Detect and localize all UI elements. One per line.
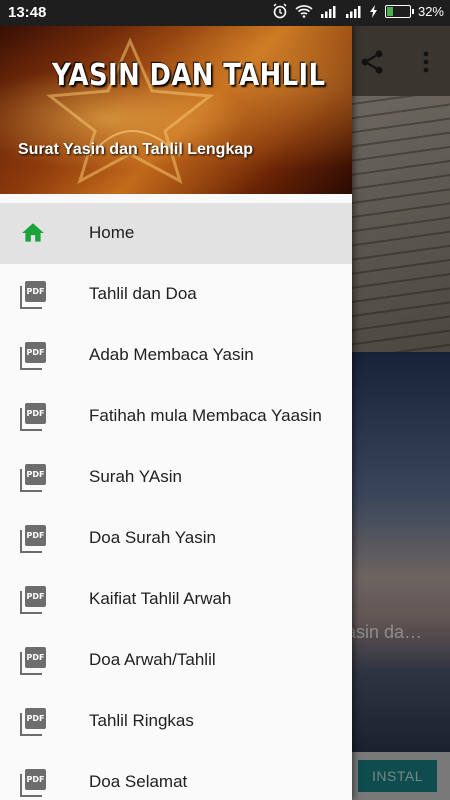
- menu-item-kaifiat-tahlil-arwah[interactable]: PDF Kaifiat Tahlil Arwah: [0, 569, 352, 630]
- menu-item-label: Adab Membaca Yasin: [89, 345, 254, 364]
- status-time: 13:48: [8, 4, 47, 21]
- pdf-icon: PDF: [20, 464, 46, 492]
- drawer-header: YASIN DAN TAHLIL Surat Yasin dan Tahlil …: [0, 26, 352, 194]
- wifi-icon: [295, 5, 313, 18]
- menu-item-doa-selamat[interactable]: PDF Doa Selamat: [0, 752, 352, 800]
- menu-item-doa-surah-yasin[interactable]: PDF Doa Surah Yasin: [0, 508, 352, 569]
- menu-item-adab-membaca-yasin[interactable]: PDF Adab Membaca Yasin: [0, 325, 352, 386]
- pdf-icon: PDF: [20, 769, 46, 797]
- menu-item-label: Tahlil dan Doa: [89, 284, 197, 303]
- drawer-subtitle: Surat Yasin dan Tahlil Lengkap: [18, 141, 254, 158]
- pdf-icon: PDF: [20, 281, 46, 309]
- menu-item-surah-yasin[interactable]: PDF Surah YAsin: [0, 447, 352, 508]
- signal-icon: [345, 5, 361, 18]
- navigation-drawer: YASIN DAN TAHLIL Surat Yasin dan Tahlil …: [0, 26, 352, 800]
- status-bar: 13:48 32%: [0, 0, 450, 26]
- menu-item-fatihah-mula[interactable]: PDF Fatihah mula Membaca Yaasin: [0, 386, 352, 447]
- drawer-menu: Home PDF Tahlil dan Doa PDF Adab Membaca…: [0, 203, 352, 800]
- home-icon: [22, 223, 44, 242]
- menu-item-label: Home: [89, 223, 135, 242]
- pdf-icon: PDF: [20, 525, 46, 553]
- menu-item-home[interactable]: Home: [0, 203, 352, 264]
- battery-icon: [384, 4, 414, 18]
- pdf-icon: PDF: [20, 586, 46, 614]
- pdf-icon: PDF: [20, 342, 46, 370]
- signal-icon: [320, 5, 336, 18]
- pdf-icon: PDF: [20, 647, 46, 675]
- menu-item-label: Fatihah mula Membaca Yaasin: [89, 406, 322, 425]
- menu-item-label: Doa Selamat: [89, 772, 188, 791]
- menu-item-label: Surah YAsin: [89, 467, 182, 486]
- menu-item-label: Doa Arwah/Tahlil: [89, 650, 216, 669]
- menu-item-label: Doa Surah Yasin: [89, 528, 216, 547]
- menu-item-tahlil-dan-doa[interactable]: PDF Tahlil dan Doa: [0, 264, 352, 325]
- drawer-title: YASIN DAN TAHLIL: [52, 58, 326, 93]
- charging-icon: [369, 4, 377, 18]
- menu-item-label: Tahlil Ringkas: [89, 711, 194, 730]
- menu-item-label: Kaifiat Tahlil Arwah: [89, 589, 232, 608]
- alarm-icon: [273, 3, 287, 19]
- menu-item-tahlil-ringkas[interactable]: PDF Tahlil Ringkas: [0, 691, 352, 752]
- battery-percent: 32%: [417, 3, 444, 19]
- menu-item-doa-arwah-tahlil[interactable]: PDF Doa Arwah/Tahlil: [0, 630, 352, 691]
- pdf-icon: PDF: [20, 403, 46, 431]
- pdf-icon: PDF: [20, 708, 46, 736]
